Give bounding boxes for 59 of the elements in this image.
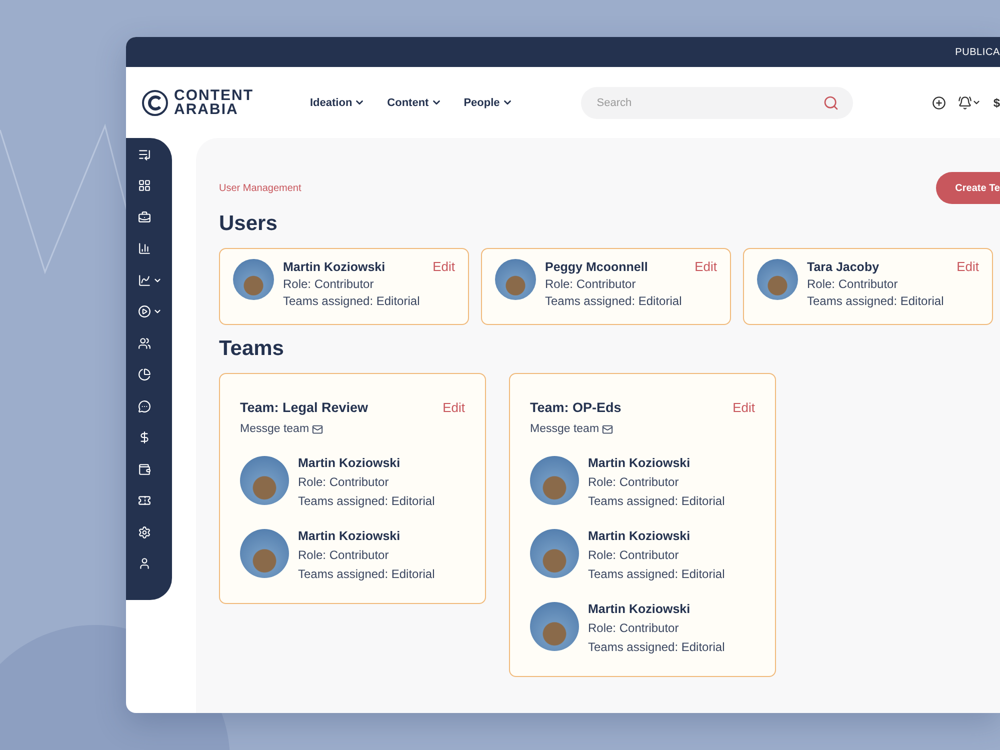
user-teams: Teams assigned: Editorial: [807, 294, 945, 308]
logo-mark-icon: [142, 90, 168, 116]
bell-icon[interactable]: [958, 96, 982, 110]
member-teams: Teams assigned: Editorial: [588, 567, 725, 581]
edit-link[interactable]: Edit: [432, 259, 455, 274]
edit-link[interactable]: Edit: [694, 259, 717, 274]
edit-link[interactable]: Edit: [956, 259, 979, 274]
user-teams: Teams assigned: Editorial: [283, 294, 421, 308]
logo-text: CONTENT ARABIA: [174, 88, 254, 116]
member-name: Martin Koziowski: [588, 529, 692, 543]
user-name: Tara Jacoby: [807, 260, 880, 274]
member-teams: Teams assigned: Editorial: [298, 494, 435, 508]
avatar-placeholder: [757, 259, 798, 300]
edit-link[interactable]: Edit: [442, 400, 465, 415]
avatar-placeholder: [240, 529, 289, 578]
user-role: Role: Contributor: [283, 277, 375, 291]
top-bar-label: PUBLICA: [955, 46, 1000, 58]
add-icon[interactable]: [932, 96, 946, 110]
member-role: Role: Contributor: [298, 475, 390, 489]
member-name: Martin Koziowski: [298, 456, 402, 470]
member-teams: Teams assigned: Editorial: [298, 567, 435, 581]
user-teams: Teams assigned: Editorial: [545, 294, 683, 308]
avatar-placeholder: [240, 456, 289, 505]
section-heading: Teams: [219, 337, 285, 361]
member-role: Role: Contributor: [588, 548, 680, 562]
create-team-button[interactable]: Create Te: [936, 172, 1000, 204]
user-name: Peggy Mcoonnell: [545, 260, 648, 274]
avatar-placeholder: [530, 529, 579, 578]
member-teams: Teams assigned: Editorial: [588, 494, 725, 508]
search-field[interactable]: Search: [594, 96, 823, 110]
member-name: Martin Koziowski: [588, 456, 692, 470]
edit-link[interactable]: Edit: [732, 400, 755, 415]
nav-menu-item[interactable]: Content: [387, 96, 442, 108]
member-teams: Teams assigned: Editorial: [588, 640, 725, 654]
member-name: Martin Koziowski: [298, 529, 402, 543]
message-team-link[interactable]: Messge team: [240, 423, 465, 435]
team-title: Team: Legal Review: [240, 400, 368, 415]
user-role: Role: Contributor: [545, 277, 637, 291]
nav-menu-item[interactable]: Ideation: [310, 96, 366, 108]
nav-menu-item[interactable]: People: [464, 96, 513, 108]
mail-icon: [312, 424, 324, 434]
mail-icon: [602, 424, 614, 434]
currency-label[interactable]: $: [993, 96, 1000, 110]
user-name: Martin Koziowski: [283, 260, 386, 274]
avatar-placeholder: [530, 602, 579, 651]
search-icon: [822, 94, 839, 110]
member-role: Role: Contributor: [588, 475, 680, 489]
member-role: Role: Contributor: [298, 548, 390, 562]
search-bar[interactable]: Search: [580, 86, 853, 118]
avatar-placeholder: [530, 456, 579, 505]
team-title: Team: OP-Eds: [530, 400, 622, 415]
avatar-placeholder: [233, 259, 274, 300]
user-role: Role: Contributor: [807, 277, 899, 291]
member-name: Martin Koziowski: [588, 602, 692, 616]
breadcrumb-link[interactable]: User Management: [219, 182, 302, 194]
section-heading: Users: [219, 212, 278, 236]
avatar-placeholder: [495, 259, 536, 300]
member-role: Role: Contributor: [588, 621, 680, 635]
message-team-link[interactable]: Messge team: [530, 423, 755, 435]
